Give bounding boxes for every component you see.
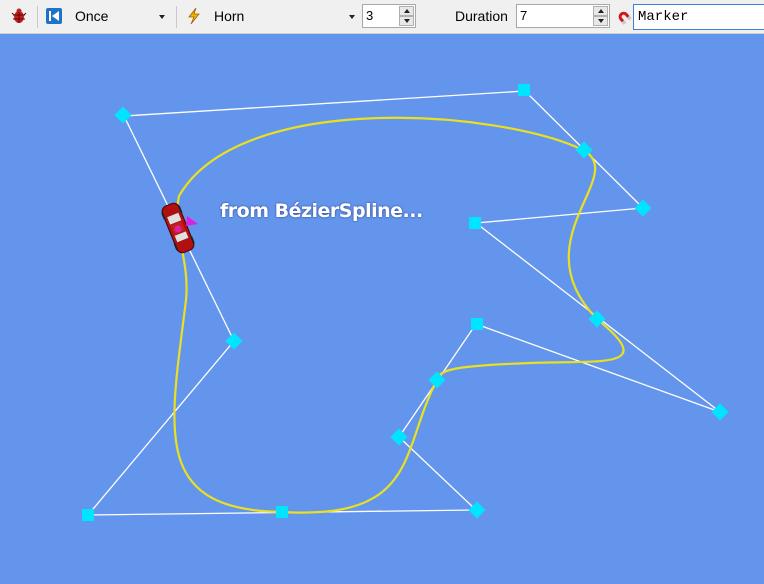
marker-field[interactable] — [633, 4, 764, 30]
control-point[interactable] — [114, 106, 132, 124]
count-stepper[interactable]: 3 — [362, 4, 416, 28]
control-point[interactable] — [82, 509, 94, 521]
count-value[interactable]: 3 — [366, 8, 373, 23]
spline-canvas[interactable]: from BézierSpline... — [0, 34, 764, 584]
count-down-button[interactable] — [399, 16, 414, 26]
toolbar: Once Horn 3 Duration 7 — [0, 0, 764, 34]
loop-mode-combo[interactable]: Once — [75, 8, 108, 24]
car-direction-arrow — [186, 216, 198, 226]
bug-icon[interactable] — [10, 7, 28, 25]
control-point[interactable] — [711, 403, 729, 421]
overlay-caption: from BézierSpline... — [220, 200, 423, 222]
control-point[interactable] — [471, 318, 483, 330]
control-point[interactable] — [428, 371, 446, 389]
lightning-icon[interactable] — [185, 7, 203, 25]
duration-label: Duration — [455, 8, 508, 24]
duration-value[interactable]: 7 — [520, 8, 527, 23]
control-point[interactable] — [518, 84, 530, 96]
duration-up-button[interactable] — [593, 6, 608, 16]
sound-combo[interactable]: Horn — [214, 8, 244, 24]
marker-input[interactable] — [638, 9, 758, 25]
control-polygon — [87, 90, 721, 516]
control-point[interactable] — [276, 506, 288, 518]
car-marker-dot — [174, 225, 182, 233]
bezier-curve — [173, 116, 625, 514]
control-point[interactable] — [468, 501, 486, 519]
control-point[interactable] — [225, 332, 243, 350]
count-up-button[interactable] — [399, 6, 414, 16]
duration-stepper[interactable]: 7 — [516, 4, 610, 28]
magnet-icon[interactable] — [614, 7, 632, 25]
sound-dropdown-arrow[interactable] — [349, 15, 355, 19]
loop-icon[interactable] — [45, 7, 63, 25]
control-point[interactable] — [469, 217, 481, 229]
loop-mode-dropdown-arrow[interactable] — [159, 15, 165, 19]
duration-down-button[interactable] — [593, 16, 608, 26]
